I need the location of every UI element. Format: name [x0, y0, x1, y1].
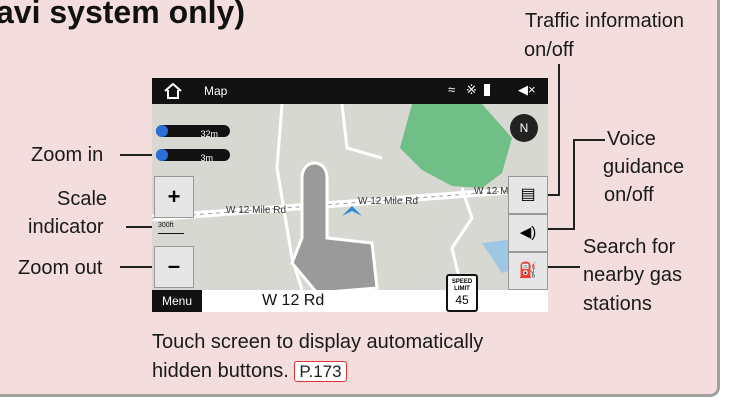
map-label: Map: [204, 84, 228, 98]
traffic-button[interactable]: ▤: [508, 176, 548, 214]
label-traffic-line1: Traffic information: [525, 10, 684, 32]
side-road-2: [340, 103, 383, 160]
work-distance: 3m: [200, 153, 214, 163]
speed-value: 45: [455, 293, 469, 307]
callout-voice-v: [573, 139, 575, 229]
callout-zoomin: [120, 154, 156, 156]
scale-text: 300ft: [158, 222, 174, 229]
label-touch-line2-row: hidden buttons. P.173: [152, 359, 347, 383]
label-voice-line2: guidance: [603, 156, 685, 178]
zoom-out-button[interactable]: –: [154, 246, 194, 288]
home-distance: 32m: [200, 129, 219, 139]
label-scale-line2: indicator: [28, 216, 104, 238]
top-bar: Map ≈ ※ ◀×: [152, 78, 548, 104]
label-gas-line1: Search for: [583, 236, 676, 258]
scale-indicator: 300ft: [158, 222, 188, 242]
callout-voice-h: [546, 228, 575, 230]
battery-icon: [484, 84, 490, 96]
callout-traffic: [558, 64, 560, 196]
home-distance-pill[interactable]: 32m: [156, 125, 230, 139]
label-voice-line1: Voice: [607, 128, 656, 150]
work-distance-pill[interactable]: 3m: [156, 149, 230, 163]
speed-sign-line1: SPEED: [451, 279, 473, 285]
gas-station-button[interactable]: ⛽: [508, 252, 548, 290]
wifi-icon: ≈: [448, 82, 456, 97]
hand-pointer-icon: [290, 161, 379, 295]
road-label-center: W 12 Mile Rd: [358, 196, 419, 207]
home-icon[interactable]: [162, 81, 184, 101]
callout-traffic-h: [546, 194, 560, 196]
page-title: avi system only): [0, 0, 245, 30]
compass-label: N: [519, 121, 529, 135]
menu-button[interactable]: Menu: [152, 290, 202, 312]
zoom-in-button[interactable]: +: [154, 176, 194, 218]
park-area: [400, 104, 512, 188]
speed-sign-line2: LIMIT: [454, 286, 470, 292]
road-label-left: W 12 Mile Rd: [226, 205, 287, 216]
page-reference[interactable]: P.173: [294, 361, 347, 382]
scale-bar: [158, 233, 184, 234]
label-traffic-line2: on/off: [524, 39, 574, 61]
label-gas-line3: stations: [583, 293, 652, 315]
home-shortcut-icon: [156, 125, 168, 137]
label-touch-line1: Touch screen to display automatically: [152, 331, 484, 353]
label-voice-line3: on/off: [604, 184, 654, 206]
mute-icon[interactable]: ◀×: [518, 82, 536, 98]
bottom-bar: Menu W 12 Rd: [152, 290, 548, 312]
compass-icon[interactable]: N: [510, 114, 538, 142]
label-touch-line2: hidden buttons.: [152, 360, 289, 382]
bluetooth-icon: ※: [466, 82, 477, 97]
label-zoom-in: Zoom in: [31, 144, 104, 166]
label-scale-line1: Scale: [57, 188, 108, 210]
callout-zoomout: [120, 266, 156, 268]
current-street: W 12 Rd: [262, 292, 325, 309]
callout-gas: [546, 266, 580, 268]
navigation-screen[interactable]: Map ≈ ※ ◀× 32m 3m N + 300ft – W 12 Mile …: [152, 78, 548, 312]
label-gas-line2: nearby gas: [583, 264, 682, 286]
route-arrow-icon: [342, 206, 362, 216]
work-shortcut-icon: [156, 149, 168, 161]
speed-limit-sign: SPEED LIMIT 45: [446, 274, 478, 312]
label-zoom-out: Zoom out: [18, 257, 103, 279]
voice-guidance-button[interactable]: ◀): [508, 214, 548, 252]
callout-voice: [573, 139, 605, 141]
